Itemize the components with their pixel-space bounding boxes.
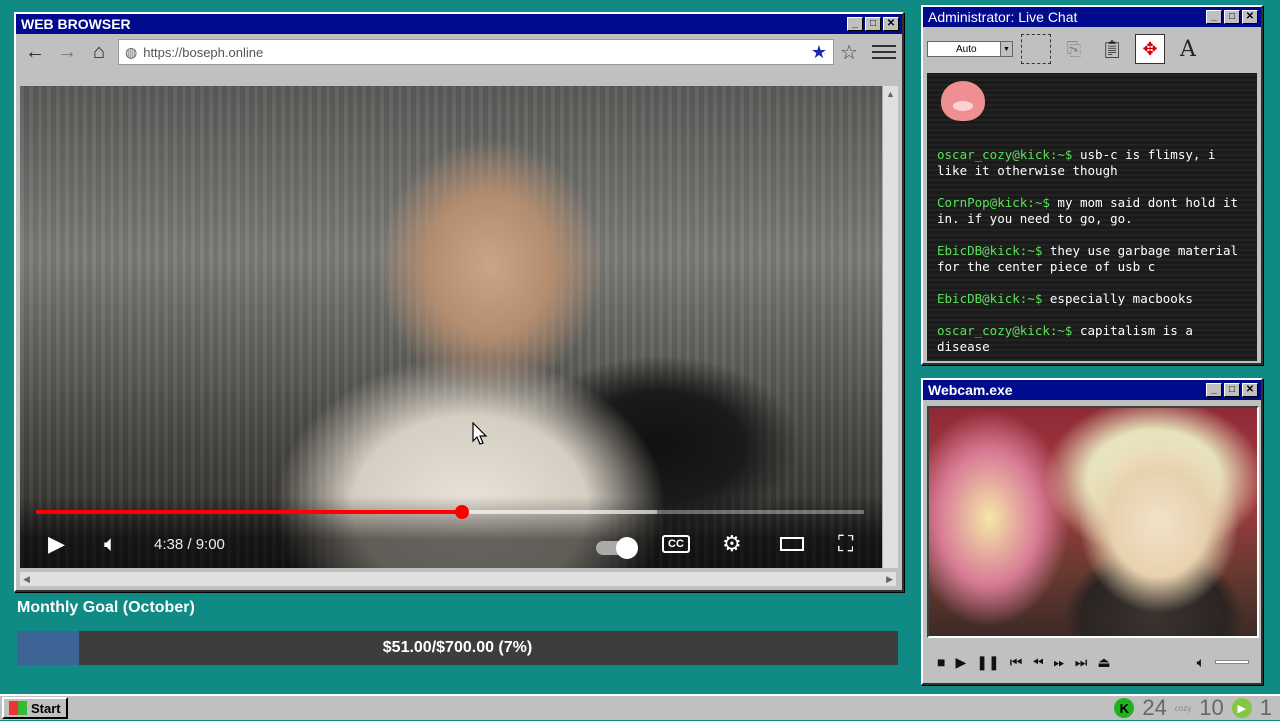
eject-icon[interactable]: ⏏︎ [1097,654,1110,671]
kick-viewer-count: 24 [1142,695,1167,720]
video-player[interactable]: ▶ 🔈︎ 4:38 / 9:00 CC ⚙ ⛶ [20,86,882,568]
webcam-titlebar[interactable]: Webcam.exe _ □ ✕ [923,380,1261,400]
start-button[interactable]: Start [2,697,68,719]
forward-arrow-icon[interactable]: → [54,39,80,65]
chat-message: oscar_cozy@kick:~$ usb-c is flimsy, i li… [937,147,1247,179]
close-button[interactable]: ✕ [883,17,899,31]
vertical-scrollbar[interactable]: ▲ [882,86,898,568]
font-icon[interactable]: A [1173,34,1203,64]
rumble-viewer-count: 1 [1259,695,1272,720]
chat-avatar-icon [941,81,985,121]
captions-icon[interactable]: CC [662,530,690,558]
stop-icon[interactable]: ■ [937,654,945,670]
chat-message: EbicDB@kick:~$ especially macbooks [937,291,1247,307]
minimize-button[interactable]: _ [847,17,863,31]
cozy-label: cozy [1174,703,1192,713]
start-label: Start [31,700,61,716]
video-progress-bar[interactable] [36,505,864,519]
maximize-button[interactable]: □ [1224,383,1240,397]
select-region-icon[interactable] [1021,34,1051,64]
address-bar[interactable]: ◍ https://boseph.online ★ [118,39,835,65]
chat-titlebar[interactable]: Administrator: Live Chat _ □ ✕ [923,7,1261,27]
goal-title: Monthly Goal (October) [17,599,195,616]
video-progress-fill [36,510,463,514]
webcam-window: Webcam.exe _ □ ✕ ■ ▶ ❚❚ ⏮︎ ⏪︎ ⏩︎ ⏭︎ ⏏︎ 🔈… [921,378,1263,685]
chat-username: oscar_cozy@kick:~$ [937,323,1073,338]
chat-text: especially macbooks [1049,291,1193,306]
video-scrubber-knob[interactable] [455,505,470,519]
chat-message: CornPop@kick:~$ my mom said dont hold it… [937,195,1247,227]
chat-title: Administrator: Live Chat [928,9,1078,25]
back-arrow-icon[interactable]: ← [22,39,48,65]
autoplay-toggle[interactable] [596,534,638,562]
fast-forward-icon[interactable]: ⏩︎ [1054,654,1065,671]
webcam-view [927,406,1259,638]
bookmark-filled-icon[interactable]: ★ [811,42,827,63]
video-time: 4:38 / 9:00 [154,536,225,553]
dropdown-arrow-icon: ▼ [1000,42,1012,56]
windows-logo-icon [9,701,27,715]
mouse-cursor-icon [472,422,488,445]
minimize-button[interactable]: _ [1206,383,1222,397]
browser-titlebar[interactable]: WEB BROWSER _ □ ✕ [16,14,902,34]
url-text: https://boseph.online [143,44,264,60]
pause-icon[interactable]: ❚❚ [976,654,999,671]
paste-icon[interactable]: 📋︎ [1097,34,1127,64]
rumble-logo-icon: ▶ [1231,698,1252,718]
goal-progress-bar: $51.00/$700.00 (7%) [17,631,898,665]
maximize-button[interactable]: □ [865,17,881,31]
kick-logo-icon: K [1114,698,1135,718]
fullscreen-icon[interactable]: ⛶ [838,530,853,558]
video-controls: ▶ 🔈︎ 4:38 / 9:00 CC ⚙ ⛶ [20,496,882,568]
play-icon[interactable]: ▶ [48,530,65,558]
goal-progress-text: $51.00/$700.00 (7%) [382,639,533,656]
rewind-icon[interactable]: ⏪︎ [1032,654,1043,671]
chat-username: EbicDB@kick:~$ [937,291,1043,306]
taskbar: Start K 24 cozy 10 ▶ 1 [0,694,1280,720]
close-button[interactable]: ✕ [1242,383,1258,397]
font-size-select[interactable]: Auto ▼ [927,41,1013,57]
live-chat-window: Administrator: Live Chat _ □ ✕ Auto ▼ ⎘ 📋… [921,5,1263,365]
theater-mode-icon[interactable] [780,530,804,558]
volume-icon[interactable]: 🔈︎ [1197,654,1205,671]
browser-window: WEB BROWSER _ □ ✕ ← → ⌂ ◍ https://boseph… [14,12,904,592]
webcam-title: Webcam.exe [928,382,1013,398]
chat-message: oscar_cozy@kick:~$ capitalism is a disea… [937,323,1247,355]
move-icon[interactable]: ✥ [1135,34,1165,64]
font-size-value: Auto [956,43,977,55]
menu-icon[interactable] [872,45,896,59]
play-icon[interactable]: ▶ [955,654,966,671]
horizontal-scrollbar[interactable]: ◀ ▶ [20,572,896,586]
skip-back-icon[interactable]: ⏮︎ [1010,654,1023,671]
media-controls: ■ ▶ ❚❚ ⏮︎ ⏪︎ ⏩︎ ⏭︎ ⏏︎ 🔈︎ [927,646,1259,678]
skip-forward-icon[interactable]: ⏭︎ [1075,654,1088,671]
globe-icon: ◍ [125,43,138,60]
bookmark-outline-icon[interactable]: ☆ [840,40,858,65]
chat-username: oscar_cozy@kick:~$ [937,147,1073,162]
chat-toolbar: Auto ▼ ⎘ 📋︎ ✥ A [923,27,1261,71]
volume-slider[interactable] [1215,660,1249,664]
maximize-button[interactable]: □ [1224,10,1240,24]
minimize-button[interactable]: _ [1206,10,1222,24]
browser-title: WEB BROWSER [21,16,131,32]
browser-navbar: ← → ⌂ ◍ https://boseph.online ★ ☆ [16,34,902,70]
chat-message: EbicDB@kick:~$ they use garbage material… [937,243,1247,275]
chat-username: CornPop@kick:~$ [937,195,1050,210]
system-tray: K 24 cozy 10 ▶ 1 [1114,695,1272,720]
copy-icon[interactable]: ⎘ [1059,34,1089,64]
chat-username: EbicDB@kick:~$ [937,243,1043,258]
volume-icon[interactable]: 🔈︎ [104,530,117,558]
viewer-count: 10 [1199,695,1224,720]
home-icon[interactable]: ⌂ [86,39,112,65]
settings-gear-icon[interactable]: ⚙ [722,530,742,558]
close-button[interactable]: ✕ [1242,10,1258,24]
chat-messages: oscar_cozy@kick:~$ usb-c is flimsy, i li… [927,73,1257,361]
